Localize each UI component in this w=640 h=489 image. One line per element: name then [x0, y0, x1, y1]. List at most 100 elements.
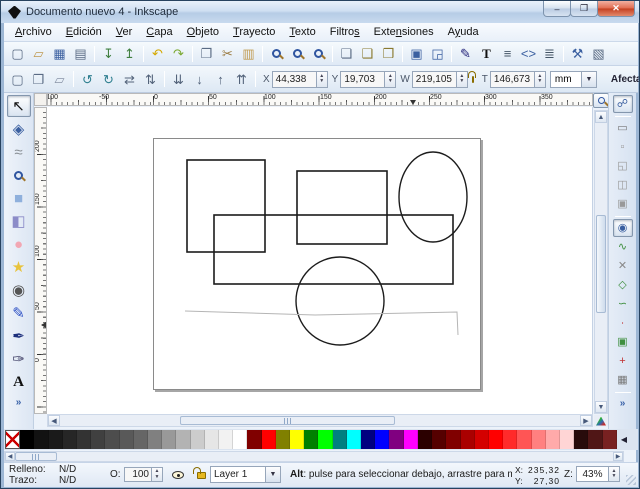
palette-swatch[interactable] [574, 430, 588, 449]
snap-smooth-nodes-button[interactable]: ∽ [613, 295, 633, 313]
bezier-pen-button[interactable]: ✒ [7, 325, 31, 347]
opacity-spinner[interactable]: ▲▼ [152, 467, 163, 482]
enable-snapping-button[interactable]: ☍ [613, 95, 633, 113]
shape-ellipse-2[interactable] [399, 152, 467, 242]
scroll-down-arrow[interactable]: ▼ [595, 401, 607, 413]
palette-scroll-thumb[interactable] [15, 452, 57, 461]
title-bar[interactable]: Documento nuevo 4 - Inkscape – ❐ ✕ [1, 1, 640, 23]
undo-button[interactable]: ↶ [147, 44, 168, 64]
menu-texto[interactable]: Texto [282, 24, 322, 40]
sticky-zoom-button[interactable] [593, 93, 609, 108]
tweak-button[interactable]: ≈ [7, 141, 31, 163]
vertical-scrollbar[interactable]: ▲ ▼ [594, 110, 608, 414]
redo-button[interactable]: ↷ [168, 44, 189, 64]
palette-swatch[interactable] [432, 430, 446, 449]
palette-swatch[interactable] [63, 430, 77, 449]
palette-swatch[interactable] [49, 430, 63, 449]
star-button[interactable]: ★ [7, 256, 31, 278]
box-3d-button[interactable]: ◧ [7, 210, 31, 232]
lower-one-step-button[interactable]: ↓ [189, 69, 210, 89]
opacity-input[interactable]: 100 [124, 467, 152, 482]
export-button[interactable]: ↥ [119, 44, 140, 64]
menu-archivo[interactable]: Archivo [8, 24, 59, 40]
new-document-button[interactable]: ▢ [7, 44, 28, 64]
x-spinner[interactable]: ▲▼ [317, 71, 328, 88]
palette-swatch[interactable] [304, 430, 318, 449]
shape-ellipse-4[interactable] [296, 257, 384, 345]
palette-swatch[interactable] [233, 430, 247, 449]
palette-swatch[interactable] [262, 430, 276, 449]
palette-swatch[interactable] [503, 430, 517, 449]
pencil-button[interactable]: ✎ [7, 302, 31, 324]
palette-swatch[interactable] [333, 430, 347, 449]
palette-swatch[interactable] [205, 430, 219, 449]
document-properties-button[interactable]: ▧ [588, 44, 609, 64]
palette-overflow-arrow[interactable]: ◀ [617, 430, 631, 449]
shape-polyline-5[interactable] [185, 311, 458, 335]
palette-swatch[interactable] [461, 430, 475, 449]
rotate-cw-button[interactable]: ↻ [98, 69, 119, 89]
menu-trayecto[interactable]: Trayecto [226, 24, 282, 40]
paste-button[interactable]: ▥ [238, 44, 259, 64]
snap-bbox-corners-button[interactable]: ◱ [613, 157, 633, 175]
toolbox-overflow[interactable]: » [16, 397, 22, 408]
palette-swatch[interactable] [517, 430, 531, 449]
shape-rect-0[interactable] [187, 160, 265, 252]
palette-swatch[interactable] [290, 430, 304, 449]
snap-rotation-centers-button[interactable]: + [613, 352, 633, 370]
preferences-button[interactable]: ⚒ [567, 44, 588, 64]
spiral-button[interactable]: ◉ [7, 279, 31, 301]
copy-button[interactable]: ❐ [196, 44, 217, 64]
stroke-value[interactable]: N/D [59, 475, 89, 486]
cut-button[interactable]: ✂ [217, 44, 238, 64]
snap-bounding-box-button[interactable]: ▭ [613, 119, 633, 137]
snap-page-border-button[interactable]: ▦ [613, 371, 633, 389]
snap-bbox-centers-button[interactable]: ▣ [613, 195, 633, 213]
palette-swatch[interactable] [347, 430, 361, 449]
drawing-shapes[interactable] [47, 107, 593, 414]
palette-swatch[interactable] [318, 430, 332, 449]
height-input[interactable]: 146,673 [490, 71, 535, 88]
minimize-button[interactable]: – [543, 1, 571, 17]
width-input[interactable]: 219,105 [412, 71, 457, 88]
palette-swatch[interactable] [560, 430, 574, 449]
scroll-left-arrow[interactable]: ◀ [48, 415, 60, 426]
deselect-button[interactable]: ▱ [49, 69, 70, 89]
horizontal-scrollbar[interactable]: ◀ ▶ [47, 414, 593, 427]
snapbar-overflow[interactable]: » [620, 398, 626, 409]
palette-swatch[interactable] [105, 430, 119, 449]
menu-edición[interactable]: Edición [59, 24, 109, 40]
ellipse-button[interactable]: ● [7, 233, 31, 255]
ungroup-button[interactable]: ◲ [427, 44, 448, 64]
fill-stroke-dialog-button[interactable]: ✎ [455, 44, 476, 64]
open-document-button[interactable]: ▱ [28, 44, 49, 64]
y-input[interactable]: 19,703 [340, 71, 385, 88]
palette-scroll-left-arrow[interactable]: ◀ [5, 452, 15, 461]
snap-object-centers-button[interactable]: ▣ [613, 333, 633, 351]
palette-swatch[interactable] [247, 430, 261, 449]
snap-path-intersections-button[interactable]: ✕ [613, 257, 633, 275]
raise-to-top-button[interactable]: ⇈ [231, 69, 252, 89]
palette-swatch[interactable] [361, 430, 375, 449]
select-all-button[interactable]: ▢ [7, 69, 28, 89]
palette-swatch[interactable] [219, 430, 233, 449]
text-button[interactable]: A [7, 371, 31, 393]
scroll-right-arrow[interactable]: ▶ [580, 415, 592, 426]
palette-swatch[interactable] [446, 430, 460, 449]
raise-one-step-button[interactable]: ↑ [210, 69, 231, 89]
shape-rect-1[interactable] [297, 171, 387, 244]
layer-lock-icon[interactable] [197, 472, 206, 479]
palette-swatch[interactable] [404, 430, 418, 449]
palette-swatch[interactable] [375, 430, 389, 449]
unit-dropdown-icon[interactable]: ▼ [582, 71, 597, 88]
palette-swatch-none[interactable] [5, 430, 20, 449]
horizontal-scroll-thumb[interactable] [180, 416, 395, 425]
unit-selector[interactable]: mm ▼ [550, 71, 597, 88]
snap-to-paths-button[interactable]: ∿ [613, 238, 633, 256]
flip-horizontal-button[interactable]: ⇄ [119, 69, 140, 89]
canvas[interactable] [47, 107, 593, 414]
duplicate-button[interactable]: ❏ [336, 44, 357, 64]
select-all-layers-button[interactable]: ❐ [28, 69, 49, 89]
create-clone-button[interactable]: ❑ [357, 44, 378, 64]
flip-vertical-button[interactable]: ⇅ [140, 69, 161, 89]
